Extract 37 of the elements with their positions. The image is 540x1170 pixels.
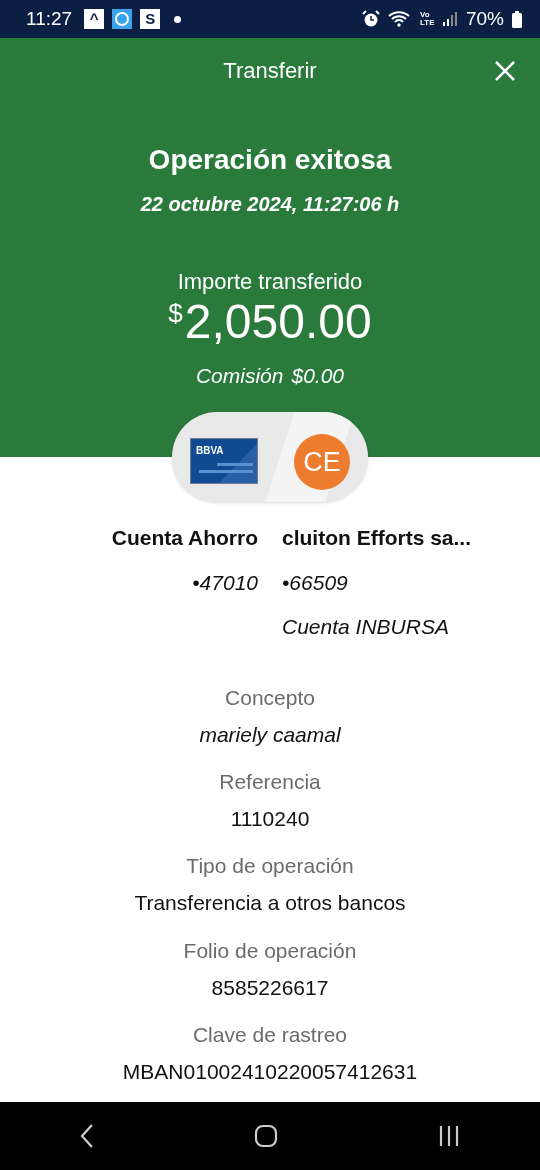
chat-notification-icon: ^	[84, 9, 105, 29]
recipient-name: cluiton Efforts sa...	[282, 525, 472, 551]
screen-title: Transferir	[222, 57, 318, 85]
network-type-text: Vo LTE	[419, 11, 434, 27]
battery-text: 70%	[465, 6, 504, 31]
success-title: Operación exitosa	[147, 143, 393, 177]
detail-value: Transferencia a otros bancos	[133, 890, 407, 916]
wifi-icon	[387, 10, 412, 28]
detail-value: 1110240	[229, 806, 311, 832]
app-notification-icon: S	[140, 9, 161, 29]
back-button[interactable]	[79, 1123, 96, 1149]
detail-value: 8585226617	[210, 974, 330, 1000]
signal-icon	[441, 11, 458, 27]
date-time-text: 22 octubre 2024, 11:27:06 h	[139, 192, 401, 217]
close-button[interactable]	[494, 58, 516, 82]
amount-label: Importe transferido	[176, 268, 364, 296]
account-number: •66509	[282, 569, 349, 596]
card-brand-text: BBVA	[196, 445, 224, 456]
clock-text: 11:27	[26, 6, 73, 31]
amount-text: $2,050.00	[168, 298, 372, 346]
fee-amount: $0.00	[291, 363, 345, 389]
detail-label: Folio de operación	[182, 937, 358, 963]
detail-label: Clave de rastreo	[191, 1022, 349, 1048]
home-button[interactable]	[254, 1123, 278, 1149]
fee-label: Comisión	[195, 363, 284, 389]
detail-label: Concepto	[224, 684, 316, 710]
bank-name: Cuenta INBURSA	[282, 614, 450, 640]
account-name: Cuenta Ahorro	[110, 525, 258, 551]
battery-icon	[512, 10, 522, 28]
detail-value: mariely caamal	[198, 721, 342, 747]
alarm-icon	[361, 10, 380, 28]
account-number: •47010	[191, 569, 258, 596]
dot-icon	[174, 15, 182, 23]
app-notification-icon	[112, 9, 133, 29]
detail-label: Tipo de operación	[185, 853, 355, 879]
detail-label: Referencia	[218, 768, 322, 795]
detail-value: MBAN01002410220057412631	[121, 1059, 419, 1085]
